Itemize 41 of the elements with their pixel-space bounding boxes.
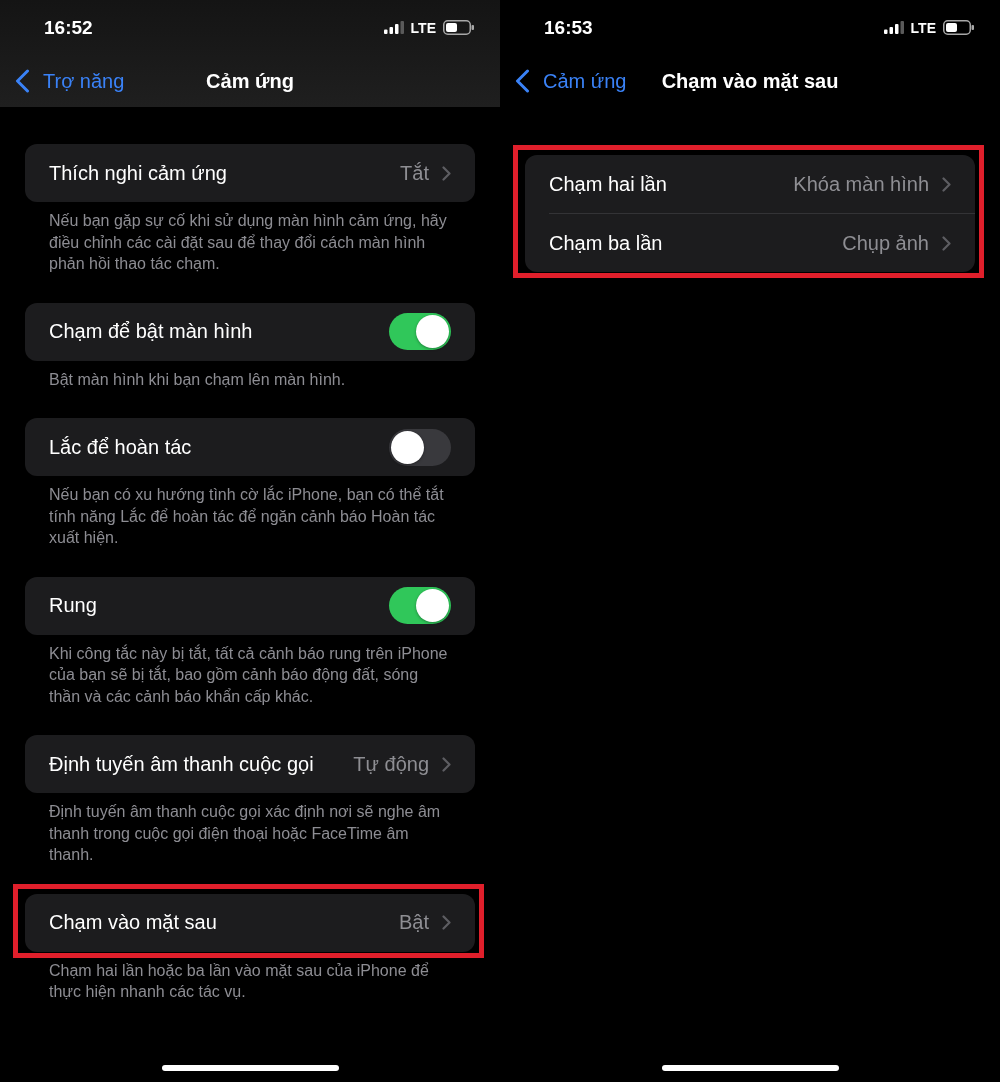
toggle-switch[interactable] — [389, 428, 451, 466]
back-button[interactable]: Cảm ứng — [515, 69, 627, 93]
footer-note: Khi công tắc này bị tắt, tất cả cảnh báo rung trên iPhone của bạn sẽ bị tắt, bao gồm cảnh báo động đất, sóng thần và các cảnh báo khẩn cấp khác. — [48, 643, 449, 707]
footer-note: Định tuyến âm thanh cuộc gọi xác định nơi sẽ nghe âm thanh trong cuộc gọi điện thoại hoặc FaceTime âm thanh. — [48, 802, 442, 865]
network-type-label: LTE — [410, 19, 436, 36]
toggle-switch[interactable] — [389, 313, 451, 350]
setting-label: Lắc để hoàn tác — [49, 435, 193, 459]
setting-label[interactable]: Chạm hai lần — [549, 172, 794, 196]
battery-icon — [943, 20, 974, 35]
chevron-right-icon — [442, 915, 451, 930]
footer-note: Nếu bạn gặp sự cố khi sử dụng màn hình cảm ứng, hãy điều chỉnh các cài đặt sau để thay đổi cách màn hình phản hồi thao tác chạm. — [48, 211, 448, 274]
chevron-right-icon — [442, 165, 451, 181]
setting-value: Bật — [398, 911, 429, 934]
setting-label[interactable]: Chạm ba lần — [549, 231, 843, 255]
battery-icon — [443, 20, 474, 35]
network-type-label: LTE — [910, 19, 936, 36]
setting-label: Rung — [49, 594, 98, 617]
setting-label[interactable]: Định tuyến âm thanh cuộc gọi — [49, 752, 354, 776]
chevron-right-icon — [942, 176, 951, 192]
footer-note: Nếu bạn có xu hướng tình cờ lắc iPhone, bạn có thể tắt tính năng Lắc để hoàn tác để ngăn cảnh báo Hoàn tác xuất hiện. — [48, 484, 445, 548]
signal-icon — [383, 21, 404, 34]
setting-value: Tự động — [353, 752, 429, 776]
back-button[interactable]: Trợ năng — [15, 69, 125, 93]
signal-icon — [883, 21, 904, 34]
setting-value: Tắt — [400, 161, 429, 185]
chevron-right-icon — [442, 756, 451, 772]
setting-value: Khóa màn hình — [793, 172, 929, 196]
chevron-left-icon — [15, 69, 30, 93]
setting-label[interactable]: Thích nghi cảm ứng — [49, 161, 401, 185]
status-time: 16:52 — [44, 16, 93, 39]
nav-title: Cảm ứng — [206, 69, 294, 93]
setting-label[interactable]: Chạm vào mặt sau — [49, 911, 399, 934]
toggle-switch[interactable] — [389, 587, 451, 624]
status-time: 16:53 — [544, 16, 593, 39]
setting-value: Chụp ảnh — [842, 231, 929, 255]
setting-label: Chạm để bật màn hình — [49, 320, 254, 343]
nav-title: Chạm vào mặt sau — [661, 69, 839, 93]
footer-note: Bật màn hình khi bạn chạm lên màn hình. — [48, 369, 347, 390]
footer-note: Chạm hai lần hoặc ba lần vào mặt sau của iPhone để thực hiện nhanh các tác vụ. — [48, 960, 430, 1002]
chevron-left-icon — [515, 69, 530, 93]
chevron-right-icon — [942, 235, 951, 251]
